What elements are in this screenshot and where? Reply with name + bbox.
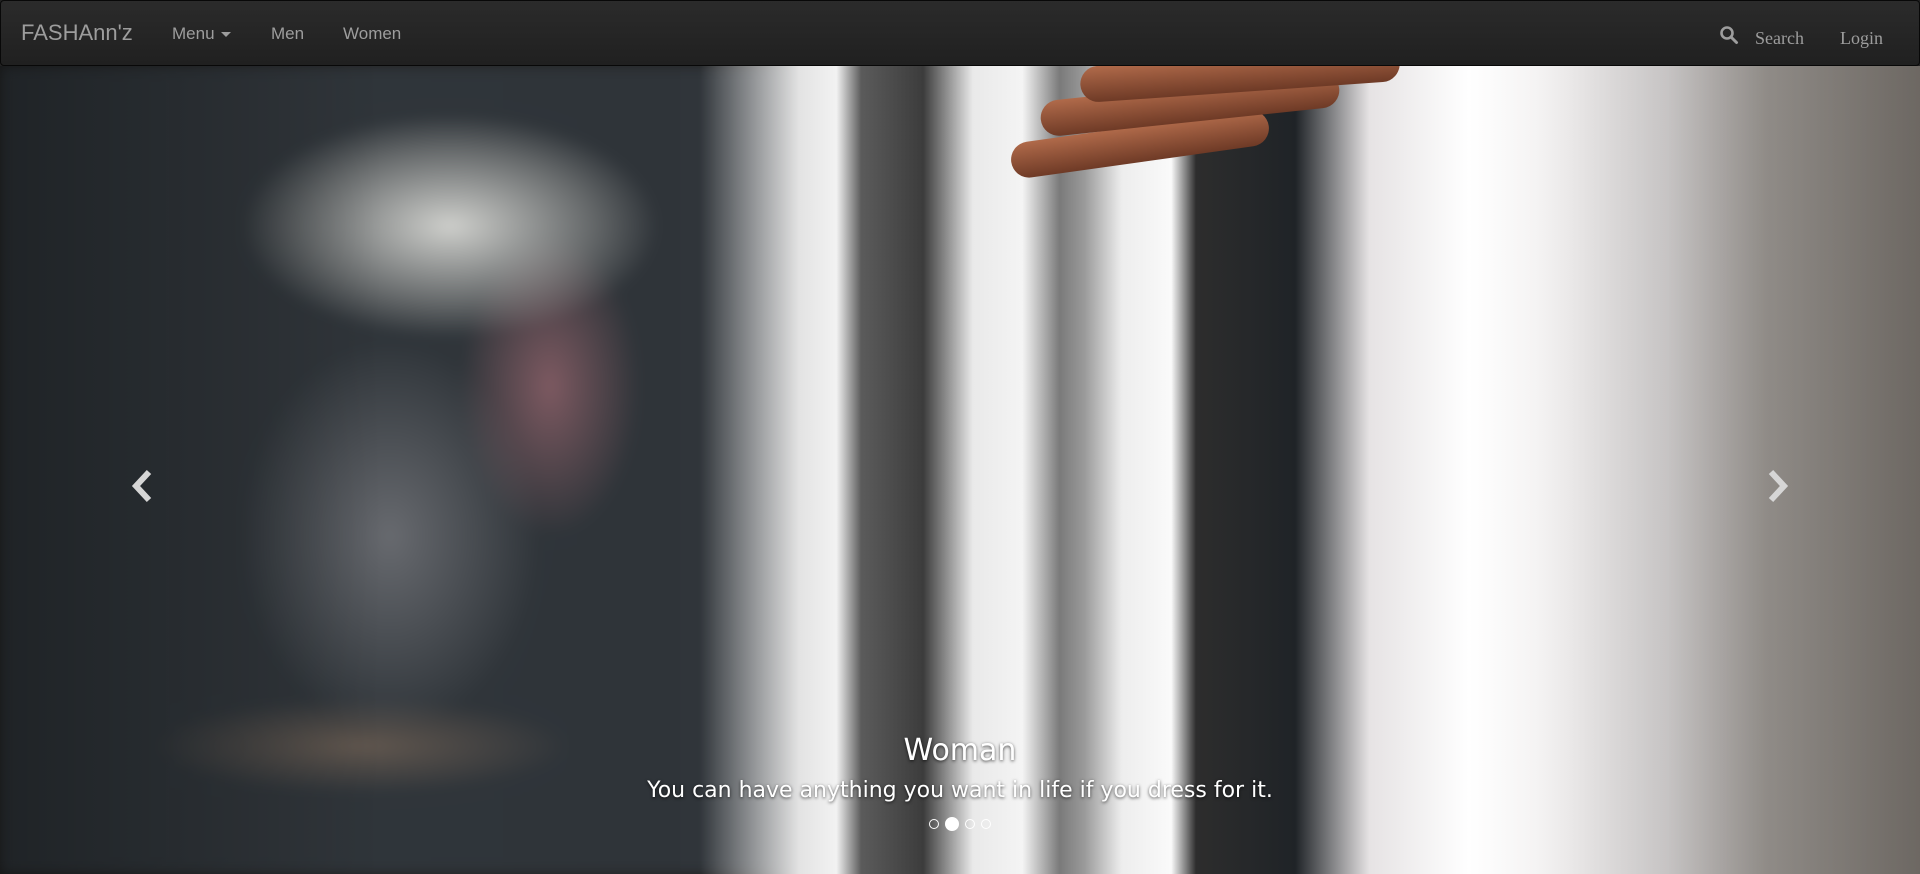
carousel-indicators: [0, 817, 1920, 831]
nav-link-men[interactable]: Men: [271, 24, 304, 44]
carousel-indicator-1[interactable]: [929, 819, 939, 829]
chevron-right-icon: [1768, 469, 1789, 503]
nav-link-women[interactable]: Women: [343, 24, 401, 44]
hero-carousel: Woman You can have anything you want in …: [0, 66, 1920, 874]
brand-logo[interactable]: FASHAnn'z: [21, 20, 133, 46]
carousel-indicator-2[interactable]: [945, 817, 959, 831]
slide-caption-title: Woman: [903, 733, 1017, 768]
caret-down-icon: [220, 32, 231, 38]
search-icon[interactable]: [1719, 25, 1739, 45]
carousel-indicator-3[interactable]: [965, 819, 975, 829]
carousel-prev-button[interactable]: [112, 456, 172, 516]
login-link[interactable]: Login: [1840, 28, 1883, 48]
menu-dropdown-label: Menu: [172, 24, 215, 43]
slide-caption-text: You can have anything you want in life i…: [647, 778, 1273, 803]
carousel-next-button[interactable]: [1748, 456, 1808, 516]
menu-dropdown[interactable]: Menu: [172, 24, 231, 44]
carousel-indicator-4[interactable]: [981, 819, 991, 829]
navbar: FASHAnn'z Menu Men Women Search Login: [0, 0, 1920, 66]
search-link[interactable]: Search: [1755, 28, 1804, 48]
chevron-left-icon: [131, 469, 152, 503]
